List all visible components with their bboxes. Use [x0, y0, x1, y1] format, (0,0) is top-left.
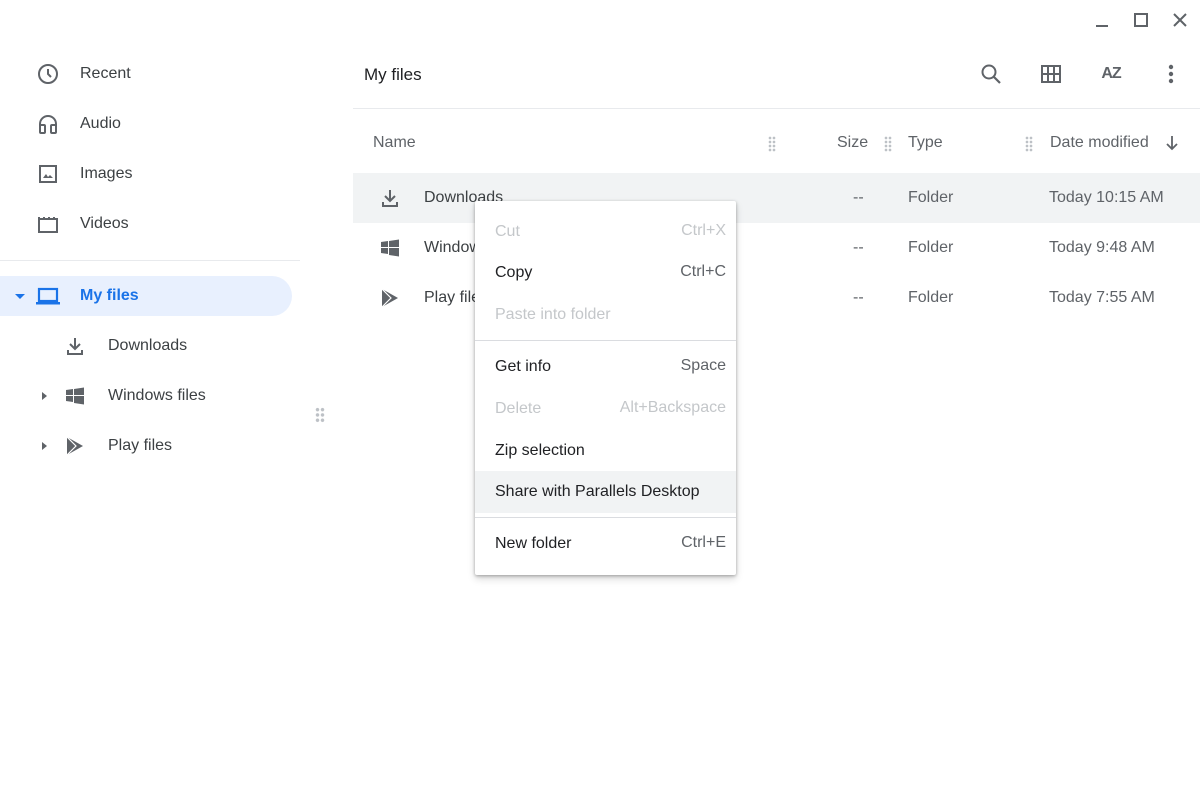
sidebar-item-label: Play files [108, 437, 173, 454]
column-resize-handle[interactable] [884, 136, 892, 152]
headphones-icon [36, 112, 60, 136]
menu-label: Copy [495, 264, 533, 281]
file-date: Today 7:55 AM [1049, 289, 1155, 306]
menu-shortcut: Alt+Backspace [619, 399, 726, 416]
more-vert-icon [1168, 64, 1174, 84]
menu-label: Share with Parallels Desktop [495, 483, 700, 500]
sort-descending-icon[interactable] [1164, 135, 1180, 151]
maximize-button[interactable] [1129, 8, 1153, 32]
windows-icon [378, 236, 402, 260]
file-type: Folder [908, 289, 954, 306]
sidebar-item-images[interactable]: Images [0, 154, 292, 194]
header-divider [353, 108, 1200, 109]
menu-separator [475, 340, 736, 341]
menu-label: Cut [495, 223, 520, 240]
download-icon [378, 186, 402, 210]
grid-icon [1041, 65, 1061, 83]
sidebar-item-audio[interactable]: Audio [0, 104, 292, 144]
sidebar-item-windows-files[interactable]: Windows files [0, 376, 292, 416]
windows-icon [63, 384, 87, 408]
column-date-modified[interactable]: Date modified [1050, 134, 1149, 152]
expand-arrow-icon[interactable] [15, 294, 25, 299]
menu-item-copy[interactable]: Copy Ctrl+C [475, 252, 736, 294]
expand-arrow-icon[interactable] [42, 392, 47, 400]
column-name[interactable]: Name [373, 134, 416, 152]
clock-icon [36, 62, 60, 86]
menu-item-paste-into-folder[interactable]: Paste into folder [475, 294, 736, 336]
grid-view-button[interactable] [1039, 62, 1063, 86]
menu-label: New folder [495, 535, 572, 552]
sidebar-item-recent[interactable]: Recent [0, 54, 292, 94]
column-size[interactable]: Size [837, 134, 868, 152]
menu-shortcut: Space [680, 357, 726, 374]
menu-item-share-with-parallels[interactable]: Share with Parallels Desktop [475, 471, 736, 513]
sidebar-resize-handle[interactable] [315, 407, 325, 423]
sidebar-item-my-files[interactable]: My files [0, 276, 292, 316]
file-date: Today 10:15 AM [1049, 189, 1164, 206]
close-button[interactable] [1168, 8, 1192, 32]
file-size: -- [853, 289, 864, 306]
column-type[interactable]: Type [908, 134, 943, 152]
search-icon [981, 64, 1001, 84]
sidebar-item-downloads[interactable]: Downloads [0, 326, 292, 366]
menu-label: Zip selection [495, 442, 585, 459]
menu-label: Delete [495, 400, 542, 417]
sidebar-item-label: Videos [80, 215, 129, 232]
menu-item-delete[interactable]: Delete Alt+Backspace [475, 388, 736, 430]
more-options-button[interactable] [1159, 62, 1183, 86]
expand-arrow-icon[interactable] [42, 442, 47, 450]
play-store-icon [378, 286, 402, 310]
sidebar-divider [0, 260, 300, 261]
sidebar-item-videos[interactable]: Videos [0, 204, 292, 244]
sidebar-item-play-files[interactable]: Play files [0, 426, 292, 466]
search-button[interactable] [979, 62, 1003, 86]
file-size: -- [853, 239, 864, 256]
minimize-button[interactable] [1090, 8, 1114, 32]
film-icon [36, 212, 60, 236]
sidebar-item-label: Windows files [108, 387, 206, 404]
sidebar-item-label: Audio [80, 115, 121, 132]
sort-az-icon: AZ [1101, 65, 1121, 82]
menu-item-zip-selection[interactable]: Zip selection [475, 430, 736, 472]
play-store-icon [63, 434, 87, 458]
menu-item-cut[interactable]: Cut Ctrl+X [475, 211, 736, 253]
menu-shortcut: Ctrl+X [681, 222, 726, 239]
file-type: Folder [908, 239, 954, 256]
file-type: Folder [908, 189, 954, 206]
page-title: My files [364, 65, 422, 84]
download-icon [63, 334, 87, 358]
menu-shortcut: Ctrl+E [681, 534, 726, 551]
sort-button[interactable]: AZ [1099, 62, 1123, 86]
menu-label: Get info [495, 358, 552, 375]
file-size: -- [853, 189, 864, 206]
file-date: Today 9:48 AM [1049, 239, 1155, 256]
sidebar-item-label: Recent [80, 65, 131, 82]
menu-item-new-folder[interactable]: New folder Ctrl+E [475, 523, 736, 565]
sidebar-item-label: My files [80, 287, 139, 304]
menu-item-get-info[interactable]: Get info Space [475, 346, 736, 388]
image-icon [36, 162, 60, 186]
menu-separator [475, 517, 736, 518]
menu-shortcut: Ctrl+C [680, 263, 726, 280]
context-menu: Cut Ctrl+X Copy Ctrl+C Paste into folder G… [475, 201, 736, 575]
sidebar-item-label: Images [80, 165, 133, 182]
laptop-icon [36, 284, 60, 308]
column-resize-handle[interactable] [1025, 136, 1033, 152]
menu-label: Paste into folder [495, 306, 611, 323]
sidebar-item-label: Downloads [108, 337, 188, 354]
column-resize-handle[interactable] [768, 136, 776, 152]
